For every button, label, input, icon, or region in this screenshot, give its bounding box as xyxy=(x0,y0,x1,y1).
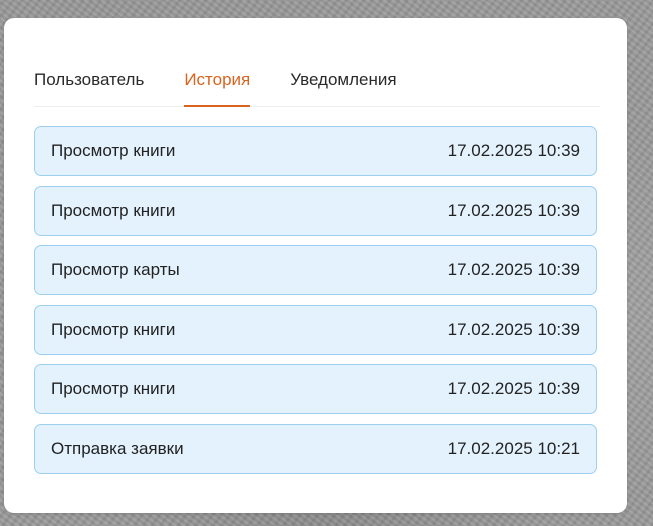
history-item[interactable]: Просмотр книги 17.02.2025 10:39 xyxy=(34,185,597,236)
history-timestamp: 17.02.2025 10:39 xyxy=(447,319,580,339)
history-item[interactable]: Просмотр книги 17.02.2025 10:39 xyxy=(34,364,597,414)
tab-bar: Пользователь История Уведомления xyxy=(34,64,600,107)
history-timestamp: 17.02.2025 10:39 xyxy=(447,141,580,160)
history-list: Просмотр книги 17.02.2025 10:39 Просмотр… xyxy=(34,126,597,483)
history-action: Просмотр книги xyxy=(51,200,176,220)
history-action: Отправка заявки xyxy=(51,438,184,458)
history-timestamp: 17.02.2025 10:39 xyxy=(447,200,580,220)
tab-user-label: Пользователь xyxy=(34,70,145,89)
history-action: Просмотр книги xyxy=(51,379,176,398)
history-timestamp: 17.02.2025 10:39 xyxy=(447,379,580,398)
history-item[interactable]: Просмотр карты 17.02.2025 10:39 xyxy=(34,245,597,295)
tab-history-label: История xyxy=(184,70,251,89)
history-action: Просмотр карты xyxy=(51,260,180,279)
tab-history[interactable]: История xyxy=(184,64,251,107)
history-action: Просмотр книги xyxy=(51,141,176,160)
history-item[interactable]: Отправка заявки 17.02.2025 10:21 xyxy=(34,423,597,474)
tab-user[interactable]: Пользователь xyxy=(34,64,144,106)
history-timestamp: 17.02.2025 10:21 xyxy=(447,438,580,458)
tab-notifications[interactable]: Уведомления xyxy=(290,64,396,106)
tab-notifications-label: Уведомления xyxy=(290,70,397,89)
history-action: Просмотр книги xyxy=(51,319,176,339)
history-panel: Пользователь История Уведомления Просмот… xyxy=(4,18,627,513)
history-item[interactable]: Просмотр книги 17.02.2025 10:39 xyxy=(34,304,597,355)
history-timestamp: 17.02.2025 10:39 xyxy=(447,260,580,279)
history-item[interactable]: Просмотр книги 17.02.2025 10:39 xyxy=(34,126,597,176)
